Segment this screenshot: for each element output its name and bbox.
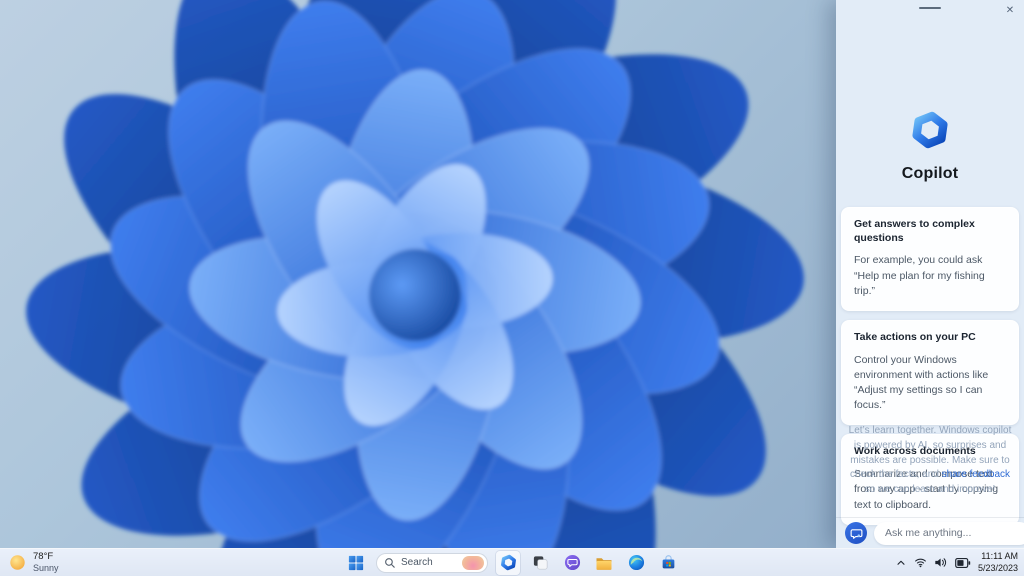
taskbar-center: Search — [344, 549, 680, 576]
ask-me-anything-input[interactable] — [874, 521, 1024, 545]
search-highlight-image — [462, 555, 484, 570]
card-complex-questions[interactable]: Get answers to complex questions For exa… — [841, 207, 1019, 311]
copilot-logo-icon — [912, 111, 948, 149]
close-icon[interactable]: ✕ — [1002, 2, 1018, 18]
search-label: Search — [401, 557, 433, 568]
weather-widget[interactable]: 78°F Sunny — [9, 549, 59, 576]
tray-time: 11:11 AM — [981, 551, 1018, 562]
copilot-chat-icon — [845, 522, 867, 544]
clock[interactable]: 11:11 AM 5/23/2023 — [978, 551, 1018, 574]
microsoft-store-icon — [662, 555, 674, 569]
volume-icon[interactable] — [934, 556, 948, 569]
weather-temp: 78°F — [33, 550, 54, 562]
card-title: Get answers to complex questions — [854, 218, 975, 244]
bloom-illustration — [26, 0, 804, 548]
file-explorer-icon — [596, 557, 612, 570]
card-body: Control your Windows environment with ac… — [854, 353, 989, 412]
battery-icon[interactable] — [955, 557, 971, 569]
task-view-button[interactable] — [528, 551, 552, 575]
chat-button[interactable] — [560, 551, 584, 575]
wifi-icon[interactable] — [914, 556, 927, 569]
copilot-panel: ✕ Copilot Get answers to complex questio… — [836, 0, 1024, 548]
wallpaper-bloom — [0, 0, 836, 548]
search-icon — [385, 557, 395, 568]
edge-button[interactable] — [624, 551, 648, 575]
sun-icon — [10, 555, 25, 570]
start-button[interactable] — [344, 551, 368, 575]
edge-icon — [628, 554, 644, 571]
card-take-actions[interactable]: Take actions on your PC Control your Win… — [841, 319, 1019, 426]
windows-logo-icon — [348, 555, 364, 570]
copilot-taskbar-button[interactable] — [496, 550, 520, 575]
copilot-title: Copilot — [901, 165, 959, 182]
disclaimer-text: so we can learn and improve! — [864, 484, 996, 496]
card-body: For example, you could ask “Help me plan… — [854, 254, 985, 297]
tray-date: 5/23/2023 — [977, 562, 1018, 573]
panel-drag-handle[interactable] — [919, 7, 941, 9]
ai-disclaimer: Let’s learn together. Windows copilot is… — [846, 424, 1014, 498]
chat-input-bar — [836, 517, 1024, 548]
desktop: ✕ Copilot Get answers to complex questio… — [0, 0, 1024, 576]
copilot-icon — [500, 554, 516, 571]
task-view-icon — [533, 556, 547, 570]
card-title: Take actions on your PC — [854, 330, 976, 343]
tray-chevron-up-icon[interactable] — [895, 557, 907, 569]
microsoft-store-button[interactable] — [656, 551, 680, 575]
weather-condition: Sunny — [33, 562, 59, 573]
file-explorer-button[interactable] — [592, 551, 616, 575]
taskbar: 78°F Sunny Search 11:11 AM 5/23/2023 — [0, 548, 1024, 576]
system-tray: 11:11 AM 5/23/2023 — [895, 549, 1018, 576]
chat-icon — [564, 554, 580, 571]
share-feedback-link[interactable]: share feedback — [942, 469, 1010, 480]
search-box[interactable]: Search — [376, 552, 488, 573]
